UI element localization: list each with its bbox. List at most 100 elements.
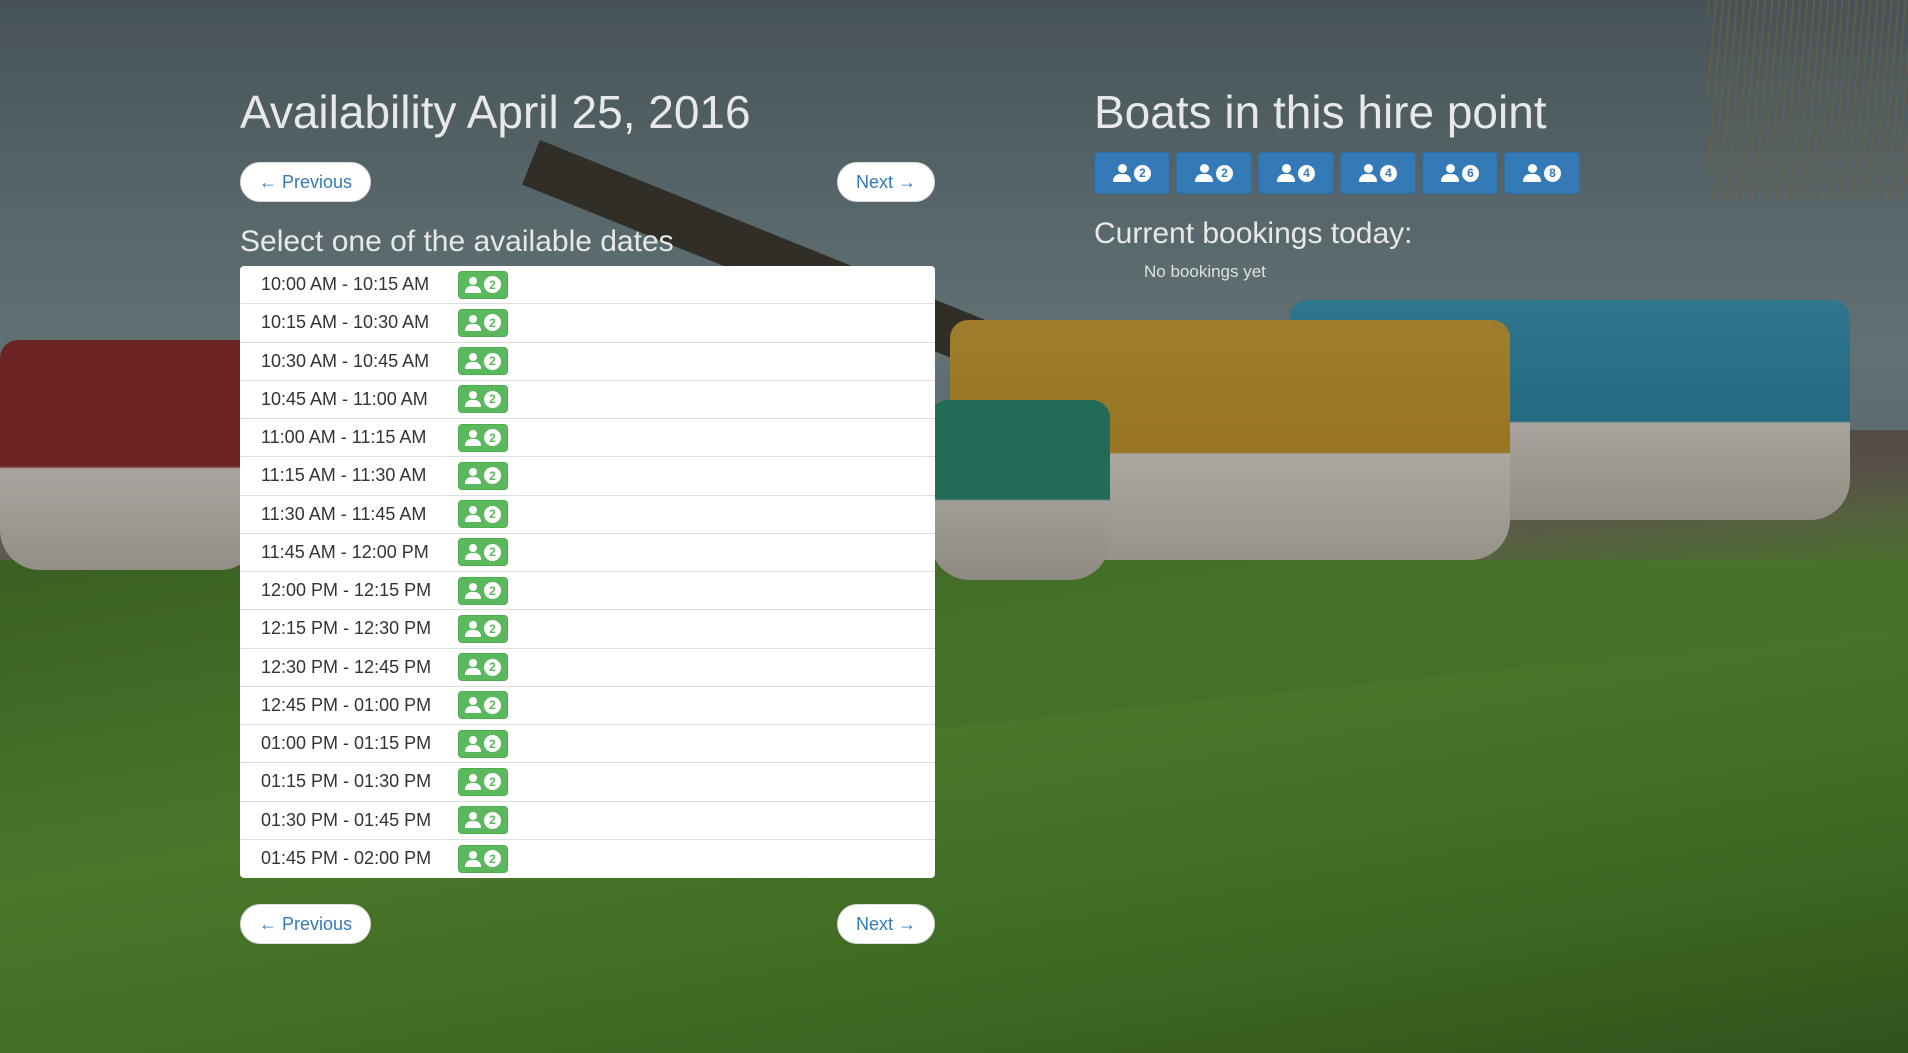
capacity-count: 2	[484, 582, 501, 600]
time-slot-row[interactable]: 01:45 PM - 02:00 PM 2	[240, 840, 935, 878]
time-slot-label: 10:45 AM - 11:00 AM	[261, 388, 428, 409]
time-slot-row[interactable]: 11:45 AM - 12:00 PM 2	[240, 534, 935, 572]
user-icon	[1441, 164, 1459, 182]
time-slot-label: 10:00 AM - 10:15 AM	[261, 274, 430, 295]
user-icon	[465, 735, 481, 752]
capacity-count: 2	[484, 276, 501, 294]
slot-capacity-badge[interactable]: 2	[458, 614, 508, 643]
capacity-count: 2	[484, 467, 501, 485]
time-slot-row[interactable]: 01:00 PM - 01:15 PM 2	[240, 725, 935, 764]
bottom-pager: ← Previous Next →	[240, 904, 935, 944]
slot-capacity-badge[interactable]: 2	[458, 653, 508, 682]
boat-buttons: 2 2 4 4 6 8	[1094, 152, 1694, 194]
user-icon	[1277, 164, 1295, 182]
slot-capacity-badge[interactable]: 2	[458, 385, 508, 414]
time-slot-row[interactable]: 10:45 AM - 11:00 AM 2	[240, 381, 935, 419]
slot-capacity-badge[interactable]: 2	[458, 500, 508, 529]
slot-capacity-badge[interactable]: 2	[458, 308, 508, 337]
user-icon	[1195, 164, 1213, 182]
user-icon	[465, 812, 481, 829]
availability-title: Availability April 25, 2016	[240, 86, 751, 138]
time-slot-row[interactable]: 12:15 PM - 12:30 PM 2	[240, 610, 935, 649]
time-slot-label: 11:45 AM - 12:00 PM	[261, 541, 429, 562]
user-icon	[1359, 164, 1377, 182]
slot-capacity-badge[interactable]: 2	[458, 423, 508, 452]
user-icon	[465, 544, 481, 561]
user-icon	[465, 773, 481, 790]
capacity-count: 2	[484, 811, 501, 829]
slot-capacity-badge[interactable]: 2	[458, 538, 508, 567]
hire-point-title: Boats in this hire point	[1094, 86, 1547, 138]
capacity-count: 2	[484, 505, 501, 523]
time-slot-label: 12:45 PM - 01:00 PM	[261, 694, 432, 715]
capacity-count: 2	[484, 773, 501, 791]
boat-capacity-count: 4	[1380, 164, 1397, 182]
time-slot-label: 12:30 PM - 12:45 PM	[261, 656, 432, 677]
time-slot-label: 11:00 AM - 11:15 AM	[261, 427, 427, 448]
time-slot-row[interactable]: 01:30 PM - 01:45 PM 2	[240, 802, 935, 840]
time-slot-label: 12:15 PM - 12:30 PM	[261, 618, 432, 639]
slot-capacity-badge[interactable]: 2	[458, 461, 508, 490]
slot-capacity-badge[interactable]: 2	[458, 844, 508, 873]
slot-capacity-badge[interactable]: 2	[458, 576, 508, 605]
time-slot-row[interactable]: 01:15 PM - 01:30 PM 2	[240, 763, 935, 802]
capacity-count: 2	[484, 620, 501, 638]
time-slot-label: 01:00 PM - 01:15 PM	[261, 733, 432, 754]
page: Availability April 25, 2016 ← Previous N…	[0, 0, 1908, 1053]
user-icon	[1523, 164, 1541, 182]
slot-capacity-badge[interactable]: 2	[458, 729, 508, 758]
bookings-title: Current bookings today:	[1094, 217, 1413, 250]
boat-capacity-button[interactable]: 2	[1176, 152, 1252, 194]
time-slot-label: 10:30 AM - 10:45 AM	[261, 350, 430, 371]
previous-button[interactable]: ← Previous	[240, 162, 372, 202]
time-slot-list: 10:00 AM - 10:15 AM 2 10:15 AM - 10:30 AM 2…	[240, 266, 935, 878]
capacity-count: 2	[484, 352, 501, 370]
select-date-subtitle: Select one of the available dates	[240, 225, 674, 258]
boat-capacity-button[interactable]: 4	[1340, 152, 1416, 194]
time-slot-label: 01:15 PM - 01:30 PM	[261, 771, 432, 792]
user-icon	[465, 620, 481, 637]
no-bookings-text: No bookings yet	[1144, 262, 1266, 281]
boat-capacity-button[interactable]: 2	[1094, 152, 1170, 194]
time-slot-row[interactable]: 10:15 AM - 10:30 AM 2	[240, 304, 935, 343]
next-button[interactable]: Next →	[836, 162, 935, 202]
slot-capacity-badge[interactable]: 2	[458, 347, 508, 376]
time-slot-row[interactable]: 11:15 AM - 11:30 AM 2	[240, 457, 935, 496]
time-slot-label: 10:15 AM - 10:30 AM	[261, 312, 430, 333]
capacity-count: 2	[484, 390, 501, 408]
boat-capacity-count: 2	[1134, 164, 1151, 182]
time-slot-row[interactable]: 12:00 PM - 12:15 PM 2	[240, 572, 935, 611]
time-slot-label: 12:00 PM - 12:15 PM	[261, 580, 432, 601]
capacity-count: 2	[484, 696, 501, 714]
time-slot-row[interactable]: 11:30 AM - 11:45 AM 2	[240, 496, 935, 534]
boat-capacity-count: 4	[1298, 164, 1315, 182]
boat-capacity-button[interactable]: 4	[1258, 152, 1334, 194]
time-slot-label: 11:30 AM - 11:45 AM	[261, 503, 427, 524]
user-icon	[465, 697, 481, 714]
time-slot-row[interactable]: 12:45 PM - 01:00 PM 2	[240, 687, 935, 725]
user-icon	[465, 276, 481, 293]
boat-capacity-button[interactable]: 6	[1422, 152, 1498, 194]
availability-panel: Availability April 25, 2016 ← Previous N…	[240, 84, 935, 944]
boat-capacity-count: 2	[1216, 164, 1233, 182]
slot-capacity-badge[interactable]: 2	[458, 806, 508, 835]
time-slot-row[interactable]: 10:30 AM - 10:45 AM 2	[240, 343, 935, 381]
time-slot-row[interactable]: 11:00 AM - 11:15 AM 2	[240, 419, 935, 458]
user-icon	[465, 582, 481, 599]
user-icon	[465, 506, 481, 523]
previous-button-bottom[interactable]: ← Previous	[240, 904, 372, 944]
slot-capacity-badge[interactable]: 2	[458, 767, 508, 796]
user-icon	[1113, 164, 1131, 182]
next-button-bottom[interactable]: Next →	[836, 904, 935, 944]
capacity-count: 2	[484, 429, 501, 447]
user-icon	[465, 353, 481, 370]
time-slot-row[interactable]: 10:00 AM - 10:15 AM 2	[240, 266, 935, 305]
time-slot-row[interactable]: 12:30 PM - 12:45 PM 2	[240, 649, 935, 687]
user-icon	[465, 429, 481, 446]
user-icon	[465, 850, 481, 867]
top-pager: ← Previous Next →	[240, 162, 935, 202]
slot-capacity-badge[interactable]: 2	[458, 691, 508, 720]
boat-capacity-count: 8	[1544, 164, 1561, 182]
slot-capacity-badge[interactable]: 2	[458, 270, 508, 299]
boat-capacity-button[interactable]: 8	[1504, 152, 1580, 194]
